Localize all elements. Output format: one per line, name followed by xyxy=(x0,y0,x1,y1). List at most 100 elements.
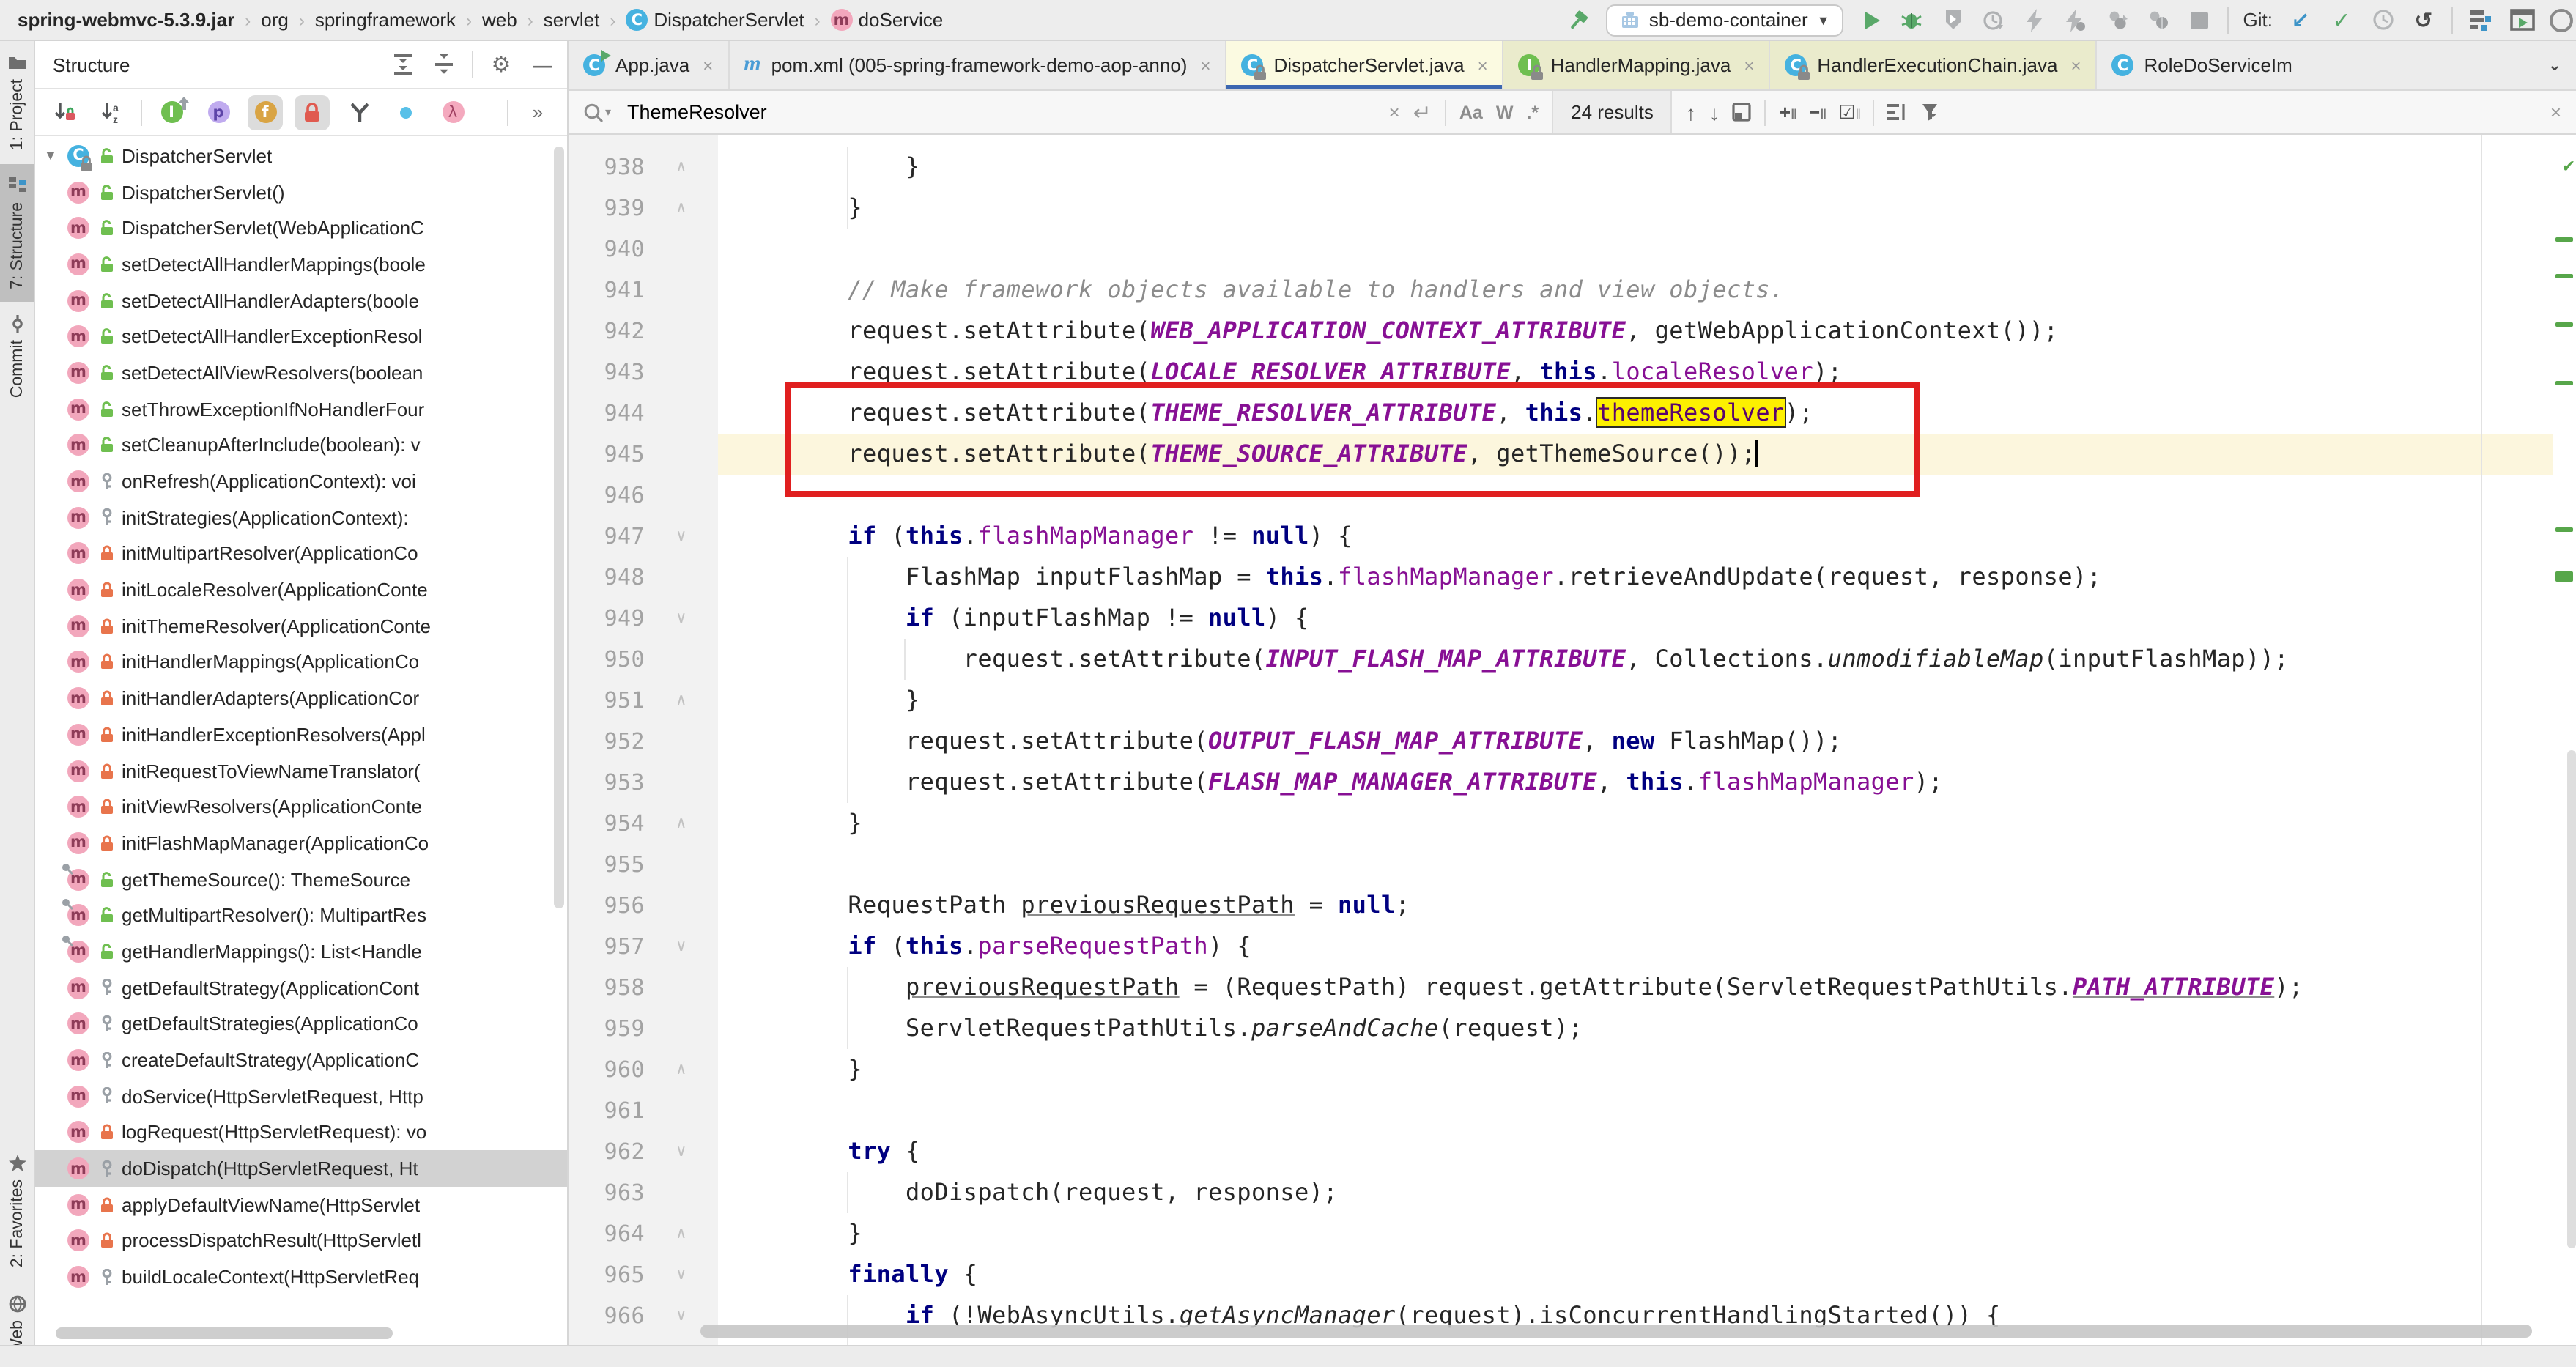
code-line[interactable]: 945 request.setAttribute(THEME_SOURCE_AT… xyxy=(569,434,2553,475)
next-occurrence-icon[interactable]: ↓ xyxy=(1709,100,1720,124)
whole-words-toggle[interactable]: W xyxy=(1496,102,1514,122)
structure-item[interactable]: m getHandlerMappings(): List<Handle xyxy=(35,933,567,969)
structure-item[interactable]: m initRequestToViewNameTranslator( xyxy=(35,752,567,788)
tab-handlermapping-java[interactable]: I HandlerMapping.java × xyxy=(1503,41,1771,89)
search-input[interactable]: ThemeResolver xyxy=(627,101,767,123)
structure-horizontal-scrollbar[interactable] xyxy=(56,1327,393,1339)
build-hammer-icon[interactable] xyxy=(1566,7,1592,33)
line-number[interactable]: 939 xyxy=(569,188,645,229)
tool-window-button--favorites[interactable]: 2: Favorites xyxy=(0,1142,34,1281)
breadcrumb-item[interactable]: m doService xyxy=(828,9,947,31)
code-line[interactable]: 964 ∧ } xyxy=(569,1213,2553,1254)
code-line[interactable]: 963 doDispatch(request, response); xyxy=(569,1172,2553,1213)
structure-item[interactable]: m initHandlerExceptionResolvers(Appl xyxy=(35,716,567,752)
expand-all-icon[interactable] xyxy=(390,51,416,78)
structure-item[interactable]: m initFlashMapManager(ApplicationCo xyxy=(35,825,567,861)
line-number[interactable]: 951 xyxy=(569,680,645,721)
code-line[interactable]: 952 request.setAttribute(OUTPUT_FLASH_MA… xyxy=(569,721,2553,762)
tab-close-icon[interactable]: × xyxy=(1744,55,1754,75)
inspections-ok-check-icon[interactable]: ✔ xyxy=(2563,147,2575,188)
code-line[interactable]: 942 request.setAttribute(WEB_APPLICATION… xyxy=(569,311,2553,352)
structure-item[interactable]: m createDefaultStrategy(ApplicationC xyxy=(35,1042,567,1078)
line-number[interactable]: 963 xyxy=(569,1172,645,1213)
show-inherited-icon[interactable]: I xyxy=(154,95,189,130)
structure-item[interactable]: m initHandlerAdapters(ApplicationCor xyxy=(35,681,567,716)
breadcrumb-item[interactable]: org xyxy=(258,9,292,31)
run-coverage-button[interactable] xyxy=(1940,7,1966,33)
run-anything-icon[interactable] xyxy=(2509,7,2535,33)
tab-close-icon[interactable]: × xyxy=(1478,55,1488,75)
tool-window-button--structure[interactable]: 7: Structure xyxy=(0,163,34,303)
structure-item[interactable]: m initThemeResolver(ApplicationConte xyxy=(35,608,567,644)
structure-item[interactable]: m initViewResolvers(ApplicationConte xyxy=(35,789,567,825)
line-number[interactable]: 938 xyxy=(569,147,645,188)
line-number[interactable]: 950 xyxy=(569,639,645,680)
code-line[interactable]: 939 ∧ } xyxy=(569,188,2553,229)
tab-close-icon[interactable]: × xyxy=(703,55,713,75)
fold-marker-icon[interactable]: ∧ xyxy=(645,147,718,188)
git-commit-button[interactable]: ✓ xyxy=(2328,7,2355,33)
line-number[interactable]: 948 xyxy=(569,557,645,598)
line-number[interactable]: 949 xyxy=(569,598,645,639)
show-non-public-icon[interactable] xyxy=(295,95,330,130)
structure-item[interactable]: m logRequest(HttpServletRequest): vo xyxy=(35,1114,567,1150)
line-number[interactable]: 957 xyxy=(569,926,645,967)
code-line[interactable]: 958 previousRequestPath = (RequestPath) … xyxy=(569,967,2553,1008)
code-line[interactable]: 941 // Make framework objects available … xyxy=(569,270,2553,311)
tab-pom-xml-005-spring-framework-demo-aop-anno-[interactable]: m pom.xml (005-spring-framework-demo-aop-… xyxy=(729,41,1227,89)
more-options-chevrons[interactable]: » xyxy=(520,95,555,130)
settings-gear-icon[interactable]: ⚙ xyxy=(488,51,514,78)
code-line[interactable]: 950 request.setAttribute(INPUT_FLASH_MAP… xyxy=(569,639,2553,680)
stripe-mark[interactable] xyxy=(2555,274,2573,278)
line-number[interactable]: 967 xyxy=(569,1336,645,1345)
tree-expand-arrow-icon[interactable]: ▼ xyxy=(44,149,67,163)
tab-close-icon[interactable]: × xyxy=(1200,55,1210,75)
regex-toggle[interactable]: .* xyxy=(1526,102,1539,122)
structure-item[interactable]: m buildLocaleContext(HttpServletReq xyxy=(35,1259,567,1295)
line-number[interactable]: 953 xyxy=(569,762,645,803)
git-history-button[interactable] xyxy=(2369,7,2396,33)
code-line[interactable]: 940 xyxy=(569,229,2553,270)
code-line[interactable]: 956 RequestPath previousRequestPath = nu… xyxy=(569,885,2553,926)
structure-item[interactable]: m getDefaultStrategies(ApplicationCo xyxy=(35,1006,567,1042)
search-icon[interactable]: ▾ xyxy=(583,102,611,122)
code-line[interactable]: 949 ∨ if (inputFlashMap != null) { xyxy=(569,598,2553,639)
fold-marker-icon[interactable]: ∧ xyxy=(645,1213,718,1254)
group-methods-icon[interactable] xyxy=(341,95,377,130)
tab-roledoserviceim[interactable]: C RoleDoServiceIm xyxy=(2098,41,2307,89)
structure-vertical-scrollbar[interactable] xyxy=(554,147,564,908)
line-number[interactable]: 942 xyxy=(569,311,645,352)
show-anonymous-icon[interactable] xyxy=(388,95,423,130)
editor-horizontal-scrollbar[interactable] xyxy=(700,1325,2532,1338)
line-number[interactable]: 958 xyxy=(569,967,645,1008)
structure-item[interactable]: m DispatcherServlet(WebApplicationC xyxy=(35,210,567,246)
project-structure-icon[interactable] xyxy=(2468,7,2494,33)
attach-debugger-icon[interactable] xyxy=(2145,7,2172,33)
code-line[interactable]: 953 request.setAttribute(FLASH_MAP_MANAG… xyxy=(569,762,2553,803)
fold-marker-icon[interactable]: ∨ xyxy=(645,1131,718,1172)
line-number[interactable]: 943 xyxy=(569,352,645,393)
search-filter-funnel-icon[interactable] xyxy=(1921,102,1942,122)
line-number[interactable]: 962 xyxy=(569,1131,645,1172)
breadcrumb-item[interactable]: servlet xyxy=(541,9,603,31)
breadcrumb-item[interactable]: springframework xyxy=(312,9,459,31)
code-line[interactable]: 947 ∨ if (this.flashMapManager != null) { xyxy=(569,516,2553,557)
tab-app-java[interactable]: C App.java × xyxy=(569,41,730,89)
code-line[interactable]: 954 ∧ } xyxy=(569,803,2553,844)
stripe-mark[interactable] xyxy=(2555,527,2573,532)
tool-window-button-commit[interactable]: Commit xyxy=(0,302,34,411)
tab-dispatcherservlet-java[interactable]: C DispatcherServlet.java × xyxy=(1226,41,1504,89)
editor-vertical-scrollbar[interactable] xyxy=(2567,750,2576,1248)
error-stripe[interactable]: ✔ xyxy=(2553,135,2576,1345)
clear-search-icon[interactable]: × xyxy=(1389,101,1400,123)
structure-item[interactable]: m setDetectAllHandlerMappings(boole xyxy=(35,246,567,282)
structure-item[interactable]: m initLocaleResolver(ApplicationConte xyxy=(35,572,567,608)
structure-item[interactable]: m processDispatchResult(HttpServletl xyxy=(35,1223,567,1259)
line-number[interactable]: 944 xyxy=(569,393,645,434)
structure-item[interactable]: m applyDefaultViewName(HttpServlet xyxy=(35,1187,567,1223)
select-all-matches-icon[interactable]: ☑‖ xyxy=(1838,100,1861,124)
structure-item[interactable]: m initMultipartResolver(ApplicationCo xyxy=(35,536,567,571)
attach-profiler-icon[interactable] xyxy=(2104,7,2131,33)
structure-item[interactable]: m doService(HttpServletRequest, Http xyxy=(35,1078,567,1114)
stripe-mark[interactable] xyxy=(2555,237,2573,242)
